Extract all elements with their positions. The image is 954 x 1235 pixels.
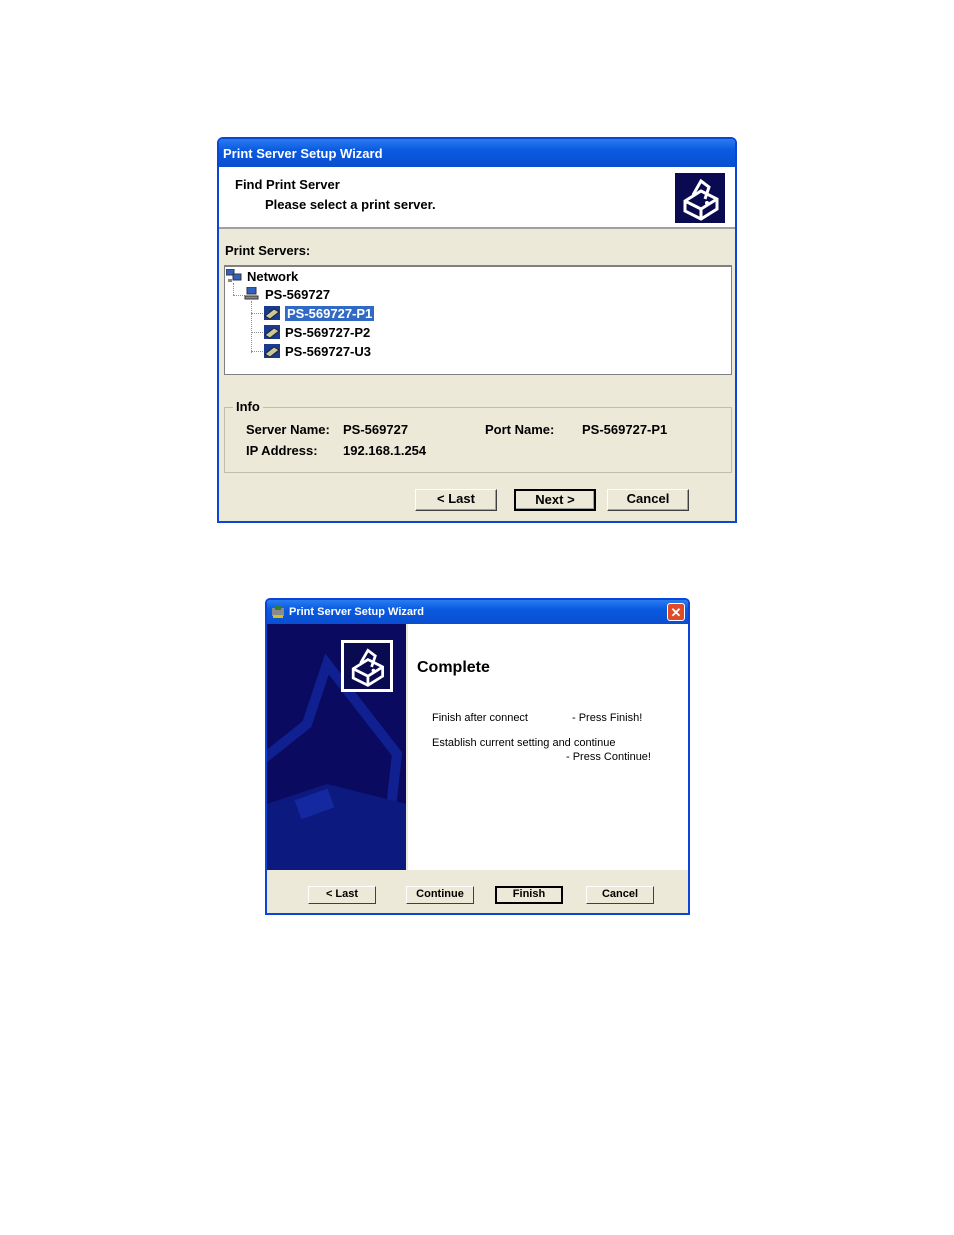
dialog-title: Print Server Setup Wizard	[223, 145, 383, 161]
server-name-value: PS-569727	[343, 422, 409, 437]
printer-icon	[341, 640, 393, 692]
print-server-tree[interactable]: Network PS-569727 PS-569727-P1 PS-569727…	[224, 265, 732, 375]
network-icon	[225, 268, 242, 283]
wizard-side-panel	[267, 624, 406, 870]
port-name-value: PS-569727-P1	[582, 422, 668, 437]
last-button[interactable]: < Last	[308, 886, 376, 904]
header-title: Find Print Server	[235, 177, 340, 192]
last-button[interactable]: < Last	[415, 489, 497, 511]
ip-address-label: IP Address:	[246, 443, 318, 458]
header-subtitle: Please select a print server.	[265, 197, 436, 212]
finish-instruction: Finish after connect	[432, 712, 528, 724]
print-servers-label: Print Servers:	[225, 243, 311, 258]
tree-node-network[interactable]: Network	[225, 267, 298, 285]
tree-node-port-p2[interactable]: PS-569727-P2	[264, 323, 370, 341]
wizard-content: Complete Finish after connect - Press Fi…	[408, 624, 688, 870]
finish-button[interactable]: Finish	[495, 886, 563, 904]
continue-instruction: Establish current setting and continue	[432, 737, 616, 749]
cancel-button[interactable]: Cancel	[607, 489, 689, 511]
tree-node-port-u3[interactable]: PS-569727-U3	[264, 342, 371, 360]
info-legend: Info	[233, 399, 263, 414]
computer-icon	[244, 286, 260, 301]
next-button[interactable]: Next >	[514, 489, 596, 511]
wizard-header: Find Print Server Please select a print …	[219, 167, 735, 229]
dialog-titlebar[interactable]: Print Server Setup Wizard ✕	[267, 600, 688, 624]
tree-node-port-p1[interactable]: PS-569727-P1	[264, 304, 375, 322]
port-icon	[264, 325, 280, 339]
find-print-server-dialog: Print Server Setup Wizard Find Print Ser…	[217, 137, 737, 523]
ip-address-value: 192.168.1.254	[343, 443, 427, 458]
complete-dialog: Print Server Setup Wizard ✕ Complete Fin…	[265, 598, 690, 915]
tree-node-server[interactable]: PS-569727	[244, 285, 330, 303]
printer-icon	[675, 173, 725, 223]
port-icon	[264, 344, 280, 358]
info-groupbox: Info Server Name: PS-569727 Port Name: P…	[224, 399, 732, 473]
server-name-label: Server Name:	[246, 422, 330, 437]
port-icon	[264, 306, 280, 320]
app-icon	[271, 605, 285, 619]
continue-button[interactable]: Continue	[406, 886, 474, 904]
dialog-title: Print Server Setup Wizard	[289, 606, 424, 618]
complete-heading: Complete	[417, 659, 490, 676]
finish-action: - Press Finish!	[572, 712, 643, 724]
continue-action: - Press Continue!	[566, 751, 651, 763]
dialog-titlebar[interactable]: Print Server Setup Wizard	[219, 139, 735, 167]
close-button[interactable]: ✕	[667, 603, 685, 621]
cancel-button[interactable]: Cancel	[586, 886, 654, 904]
port-name-label: Port Name:	[485, 422, 555, 437]
